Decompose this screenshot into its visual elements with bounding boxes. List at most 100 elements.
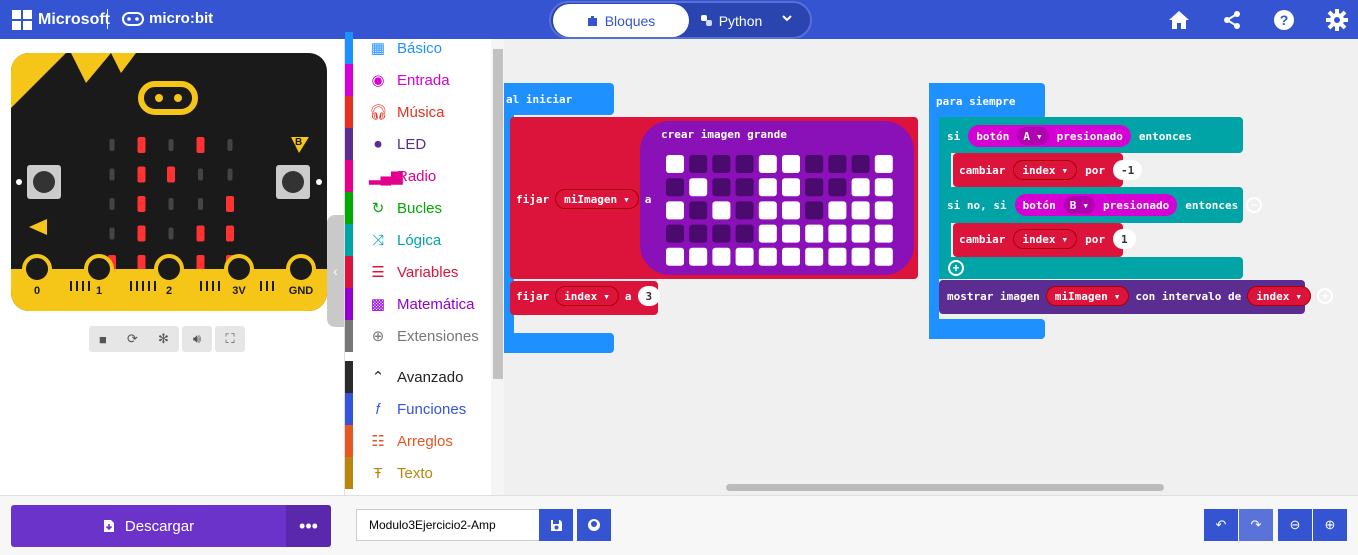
button-a[interactable] bbox=[27, 165, 61, 199]
button-b[interactable] bbox=[276, 165, 310, 199]
image-cell-r2c6[interactable] bbox=[805, 201, 824, 220]
toolbox-item-lógica[interactable]: ⤨ Lógica bbox=[345, 224, 491, 256]
pin-label-0[interactable]: 0 bbox=[21, 285, 53, 297]
undo-button[interactable]: ↶ bbox=[1204, 509, 1238, 541]
image-cell-r0c9[interactable] bbox=[874, 155, 893, 173]
image-cell-r0c3[interactable] bbox=[735, 155, 754, 173]
image-cell-r4c5[interactable] bbox=[782, 247, 800, 266]
set-image-block[interactable]: fijar miImagen ▾ a bbox=[516, 189, 651, 209]
toolbox-item-matemática[interactable]: ▩ Matemática bbox=[345, 288, 491, 320]
toolbox-scrollbar[interactable] bbox=[491, 39, 505, 495]
image-cell-r4c2[interactable] bbox=[712, 247, 731, 266]
toolbox-item-extensiones[interactable]: ⊕ Extensiones bbox=[345, 320, 491, 352]
image-cell-r3c8[interactable] bbox=[851, 224, 870, 243]
more-options-button[interactable]: ••• bbox=[286, 505, 331, 547]
image-cell-r2c5[interactable] bbox=[782, 201, 800, 220]
if-block[interactable]: si botón A ▾ presionado entonces bbox=[947, 125, 1192, 147]
home-icon[interactable] bbox=[1167, 8, 1191, 32]
image-cell-r2c4[interactable] bbox=[758, 201, 777, 220]
tab-python[interactable]: Python bbox=[691, 4, 771, 37]
remove-branch-icon[interactable]: − bbox=[1246, 197, 1263, 213]
help-icon[interactable]: ? bbox=[1272, 8, 1296, 32]
image-cell-r1c1[interactable] bbox=[689, 178, 708, 197]
image-cell-r3c7[interactable] bbox=[828, 224, 847, 243]
toolbox-item-variables[interactable]: ☰ Variables bbox=[345, 256, 491, 288]
image-cell-r0c7[interactable] bbox=[828, 155, 847, 173]
image-cell-r0c4[interactable] bbox=[758, 155, 777, 173]
button-dropdown[interactable]: A ▾ bbox=[1017, 127, 1049, 145]
image-cell-r0c5[interactable] bbox=[782, 155, 800, 173]
image-cell-r4c7[interactable] bbox=[828, 247, 847, 266]
image-cell-r2c8[interactable] bbox=[851, 201, 870, 220]
stop-icon[interactable]: ■ bbox=[99, 332, 107, 347]
image-cell-r0c6[interactable] bbox=[805, 155, 824, 173]
variable-dropdown[interactable]: index ▾ bbox=[1247, 286, 1312, 306]
toolbox-item-led[interactable]: ⏺ LED bbox=[345, 128, 491, 160]
image-cell-r1c0[interactable] bbox=[666, 178, 684, 197]
sound-icon[interactable]: 🔊︎ bbox=[182, 326, 212, 352]
image-cell-r3c6[interactable] bbox=[805, 224, 824, 243]
image-cell-r3c2[interactable] bbox=[712, 224, 731, 243]
image-cell-r4c4[interactable] bbox=[758, 247, 777, 266]
image-cell-r3c4[interactable] bbox=[758, 224, 777, 243]
image-cell-r4c8[interactable] bbox=[851, 247, 870, 266]
image-cell-r2c7[interactable] bbox=[828, 201, 847, 220]
collapse-simulator-button[interactable]: ‹ bbox=[327, 215, 344, 327]
zoom-out-button[interactable]: ⊖ bbox=[1278, 509, 1312, 541]
microsoft-logo[interactable]: Microsoft bbox=[12, 10, 110, 30]
chevron-down-icon[interactable] bbox=[777, 11, 797, 31]
zoom-in-button[interactable]: ⊕ bbox=[1313, 509, 1347, 541]
settings-icon[interactable] bbox=[1325, 8, 1349, 32]
forever-block[interactable]: para siempre bbox=[936, 95, 1015, 108]
variable-dropdown[interactable]: index ▾ bbox=[1013, 229, 1078, 249]
image-cell-r1c5[interactable] bbox=[782, 178, 800, 197]
image-cell-r1c3[interactable] bbox=[735, 178, 754, 197]
change-index-block[interactable]: cambiar index ▾ por 1 bbox=[959, 229, 1136, 249]
number-input[interactable]: 3 bbox=[637, 286, 661, 306]
blocks-workspace[interactable]: al iniciar fijar miImagen ▾ a crear image… bbox=[504, 39, 1358, 495]
toolbox-scroll-thumb[interactable] bbox=[493, 49, 503, 379]
share-icon[interactable] bbox=[1220, 8, 1244, 32]
fullscreen-icon[interactable]: ⛶ bbox=[215, 326, 245, 352]
number-input[interactable]: -1 bbox=[1112, 160, 1143, 180]
image-cell-r1c4[interactable] bbox=[758, 178, 777, 197]
image-cell-r4c3[interactable] bbox=[735, 247, 754, 266]
image-cell-r2c3[interactable] bbox=[735, 201, 754, 220]
on-start-block[interactable]: al iniciar bbox=[506, 93, 572, 106]
pin-label-4[interactable]: GND bbox=[285, 285, 317, 297]
image-cell-r3c3[interactable] bbox=[735, 224, 754, 243]
pin-label-2[interactable]: 2 bbox=[153, 285, 185, 297]
image-cell-r0c2[interactable] bbox=[712, 155, 731, 173]
image-cell-r3c0[interactable] bbox=[666, 224, 684, 243]
image-cell-r1c9[interactable] bbox=[874, 178, 893, 197]
image-cell-r0c8[interactable] bbox=[851, 155, 870, 173]
image-cell-r2c1[interactable] bbox=[689, 201, 708, 220]
button-pressed-condition[interactable]: botón A ▾ presionado bbox=[968, 125, 1131, 147]
add-parameter-icon[interactable]: + bbox=[1317, 288, 1334, 304]
button-pressed-condition[interactable]: botón B ▾ presionado bbox=[1014, 194, 1178, 216]
workspace-scrollbar[interactable] bbox=[726, 484, 1164, 491]
toolbox-item-entrada[interactable]: ◉ Entrada bbox=[345, 64, 491, 96]
tab-blocks[interactable]: Bloques bbox=[553, 4, 689, 37]
button-dropdown[interactable]: B ▾ bbox=[1063, 196, 1095, 214]
pin-label-3[interactable]: 3V bbox=[223, 285, 255, 297]
image-cell-r3c9[interactable] bbox=[874, 224, 893, 243]
image-cell-r1c2[interactable] bbox=[712, 178, 731, 197]
image-cell-r3c5[interactable] bbox=[782, 224, 800, 243]
image-cell-r4c6[interactable] bbox=[805, 247, 824, 266]
variable-dropdown[interactable]: index ▾ bbox=[555, 286, 619, 306]
image-cell-r2c2[interactable] bbox=[712, 201, 731, 220]
number-input[interactable]: 1 bbox=[1112, 229, 1136, 249]
variable-dropdown[interactable]: index ▾ bbox=[1013, 160, 1078, 180]
toolbox-item-texto[interactable]: Ŧ Texto bbox=[345, 457, 491, 489]
image-cell-r1c6[interactable] bbox=[805, 178, 824, 197]
redo-button[interactable]: ↷ bbox=[1239, 509, 1273, 541]
show-animation-block[interactable]: mostrar imagen miImagen ▾ con intervalo d… bbox=[947, 286, 1334, 306]
toolbox-item-radio[interactable]: ▂▄▆ Radio bbox=[345, 160, 491, 192]
variable-dropdown[interactable]: miImagen ▾ bbox=[555, 189, 639, 209]
pin-label-1[interactable]: 1 bbox=[83, 285, 115, 297]
image-cell-r0c1[interactable] bbox=[689, 155, 708, 173]
project-name-input[interactable] bbox=[356, 509, 540, 541]
image-cell-r4c9[interactable] bbox=[874, 247, 893, 266]
change-index-block[interactable]: cambiar index ▾ por -1 bbox=[959, 160, 1143, 180]
